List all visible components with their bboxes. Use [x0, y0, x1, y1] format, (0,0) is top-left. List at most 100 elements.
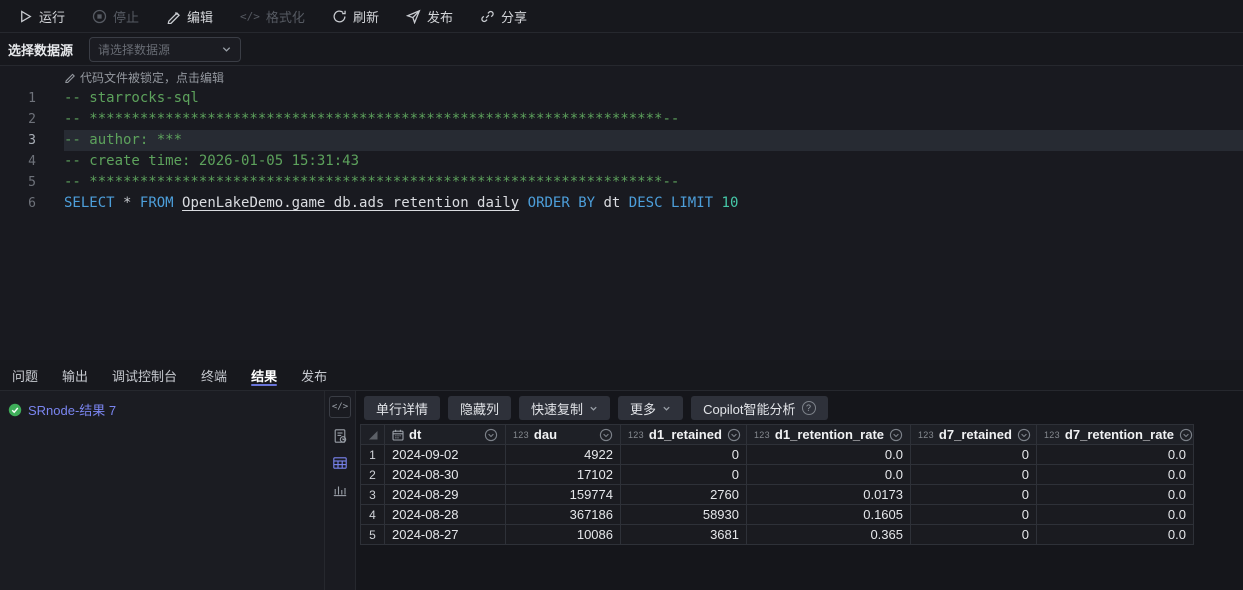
table-cell[interactable]: 2024-09-02 — [385, 445, 506, 464]
table-cell[interactable]: 0.0 — [747, 465, 911, 484]
code-lines: 1 -- starrocks-sql 2 -- *******************… — [0, 88, 1243, 214]
chart-view-button[interactable] — [331, 481, 349, 499]
row-number: 5 — [361, 525, 385, 544]
panel-tab-6[interactable]: 发布 — [301, 360, 327, 390]
success-check-icon — [8, 403, 22, 416]
code-editor[interactable]: 代码文件被锁定，点击编辑 1 -- starrocks-sql 2 -- ******… — [0, 66, 1243, 360]
row-number: 4 — [361, 505, 385, 524]
table-cell[interactable]: 0 — [621, 465, 747, 484]
code-line-2: 2 -- ************************************… — [0, 109, 1243, 130]
table-cell[interactable]: 0 — [621, 445, 747, 464]
quick-copy-button[interactable]: 快速复制 — [519, 396, 611, 420]
table-row[interactable]: 4 2024-08-28 367186 58930 0.1605 0 0.0 — [361, 505, 1194, 525]
lock-notice[interactable]: 代码文件被锁定，点击编辑 — [0, 66, 1243, 88]
table-cell[interactable]: 10086 — [506, 525, 621, 544]
table-row[interactable]: 2 2024-08-30 17102 0 0.0 0 0.0 — [361, 465, 1194, 485]
code-view-button[interactable]: </> — [329, 396, 351, 418]
table-cell[interactable]: 0 — [911, 485, 1037, 504]
column-menu-icon[interactable] — [484, 428, 498, 442]
table-cell[interactable]: 2024-08-30 — [385, 465, 506, 484]
hide-columns-button[interactable]: 隐藏列 — [448, 396, 512, 420]
share-button[interactable]: 分享 — [480, 7, 527, 26]
table-cell[interactable]: 2760 — [621, 485, 747, 504]
table-cell[interactable]: 58930 — [621, 505, 747, 524]
pencil-icon — [167, 11, 181, 24]
result-item[interactable]: SRnode-结果 7 — [8, 400, 316, 419]
table-cell[interactable]: 0.0 — [1037, 505, 1194, 524]
table-cell[interactable]: 0 — [911, 505, 1037, 524]
lock-notice-text: 代码文件被锁定，点击编辑 — [80, 70, 225, 85]
panel-tab-2[interactable]: 输出 — [62, 360, 88, 390]
share-link-icon — [481, 10, 494, 22]
table-cell[interactable]: 0 — [911, 465, 1037, 484]
number-type-icon: 123 — [1044, 429, 1060, 440]
table-row[interactable]: 1 2024-09-02 4922 0 0.0 0 0.0 — [361, 445, 1194, 465]
number-type-icon: 123 — [513, 429, 529, 440]
column-header-dau[interactable]: 123 dau — [506, 425, 621, 444]
table-cell[interactable]: 0.0 — [1037, 465, 1194, 484]
column-header-d1_retained[interactable]: 123 d1_retained — [621, 425, 747, 444]
run-button[interactable]: 运行 — [18, 7, 65, 26]
bar-chart-icon — [333, 486, 347, 497]
table-cell[interactable]: 0.0 — [1037, 525, 1194, 544]
chevron-down-icon — [222, 46, 231, 52]
table-cell[interactable]: 0.0 — [1037, 485, 1194, 504]
select-all-corner[interactable] — [361, 425, 385, 444]
publish-button[interactable]: 发布 — [405, 7, 453, 26]
datasource-label: 选择数据源 — [8, 42, 74, 58]
stop-button[interactable]: 停止 — [92, 7, 139, 26]
chevron-down-icon — [663, 406, 670, 411]
table-cell[interactable]: 0 — [911, 525, 1037, 544]
panel-tab-1[interactable]: 问题 — [12, 360, 38, 390]
table-cell[interactable]: 2024-08-27 — [385, 525, 506, 544]
column-header-d1_retention_rate[interactable]: 123 d1_retention_rate — [747, 425, 911, 444]
table-cell[interactable]: 0.0 — [747, 445, 911, 464]
bottom-panel-tabs: 问题 输出 调试控制台 终端 结果 发布 — [0, 360, 1243, 391]
datasource-select[interactable]: 请选择数据源 — [89, 36, 242, 62]
table-cell[interactable]: 367186 — [506, 505, 621, 524]
refresh-button[interactable]: 刷新 — [332, 7, 379, 26]
table-cell[interactable]: 0.1605 — [747, 505, 911, 524]
table-cell[interactable]: 159774 — [506, 485, 621, 504]
column-header-d7_retained[interactable]: 123 d7_retained — [911, 425, 1037, 444]
table-cell[interactable]: 0 — [911, 445, 1037, 464]
panel-tab-5[interactable]: 结果 — [251, 360, 278, 390]
results-panel: SRnode-结果 7 </> 单行详情 隐藏列 快速复制 更多 Copilot… — [0, 391, 1243, 590]
row-detail-button[interactable]: 单行详情 — [364, 396, 441, 420]
table-cell[interactable]: 2024-08-29 — [385, 485, 506, 504]
copilot-analysis-button[interactable]: Copilot智能分析 ? — [691, 396, 828, 420]
table-row[interactable]: 5 2024-08-27 10086 3681 0.365 0 0.0 — [361, 525, 1194, 545]
stop-icon — [92, 9, 107, 23]
run-log-view-button[interactable] — [331, 427, 349, 445]
column-header-d7_retention_rate[interactable]: 123 d7_retention_rate — [1037, 425, 1194, 444]
panel-tab-3[interactable]: 调试控制台 — [112, 360, 177, 390]
table-row[interactable]: 3 2024-08-29 159774 2760 0.0173 0 0.0 — [361, 485, 1194, 505]
code-line-3: 3 -- author: *** — [0, 130, 1243, 151]
pencil-icon — [65, 73, 75, 83]
table-cell[interactable]: 0.365 — [747, 525, 911, 544]
panel-tab-4[interactable]: 终端 — [201, 360, 227, 390]
table-cell[interactable]: 0.0 — [1037, 445, 1194, 464]
column-menu-icon[interactable] — [727, 428, 741, 442]
more-button[interactable]: 更多 — [618, 396, 684, 420]
table-cell[interactable]: 4922 — [506, 445, 621, 464]
column-header-dt[interactable]: dt — [385, 425, 506, 444]
number-type-icon: 123 — [754, 429, 770, 440]
run-label: 运行 — [39, 9, 66, 25]
column-menu-icon[interactable] — [1017, 428, 1031, 442]
column-menu-icon[interactable] — [599, 428, 613, 442]
share-label: 分享 — [500, 9, 527, 25]
code-line-6: 6 SELECT * FROM OpenLakeDemo.game_db.ads_… — [0, 193, 1243, 214]
table-cell[interactable]: 2024-08-28 — [385, 505, 506, 524]
chevron-down-icon — [590, 406, 597, 411]
table-cell[interactable]: 3681 — [621, 525, 747, 544]
table-cell[interactable]: 0.0173 — [747, 485, 911, 504]
refresh-label: 刷新 — [352, 9, 379, 25]
edit-button[interactable]: 编辑 — [166, 7, 213, 26]
format-button[interactable]: </> 格式化 — [240, 7, 305, 26]
column-menu-icon[interactable] — [1179, 428, 1193, 442]
table-view-button[interactable] — [331, 454, 349, 472]
column-menu-icon[interactable] — [889, 428, 903, 442]
result-table-pane: 单行详情 隐藏列 快速复制 更多 Copilot智能分析 ? dt 123 dau 1… — [356, 391, 1243, 590]
table-cell[interactable]: 17102 — [506, 465, 621, 484]
